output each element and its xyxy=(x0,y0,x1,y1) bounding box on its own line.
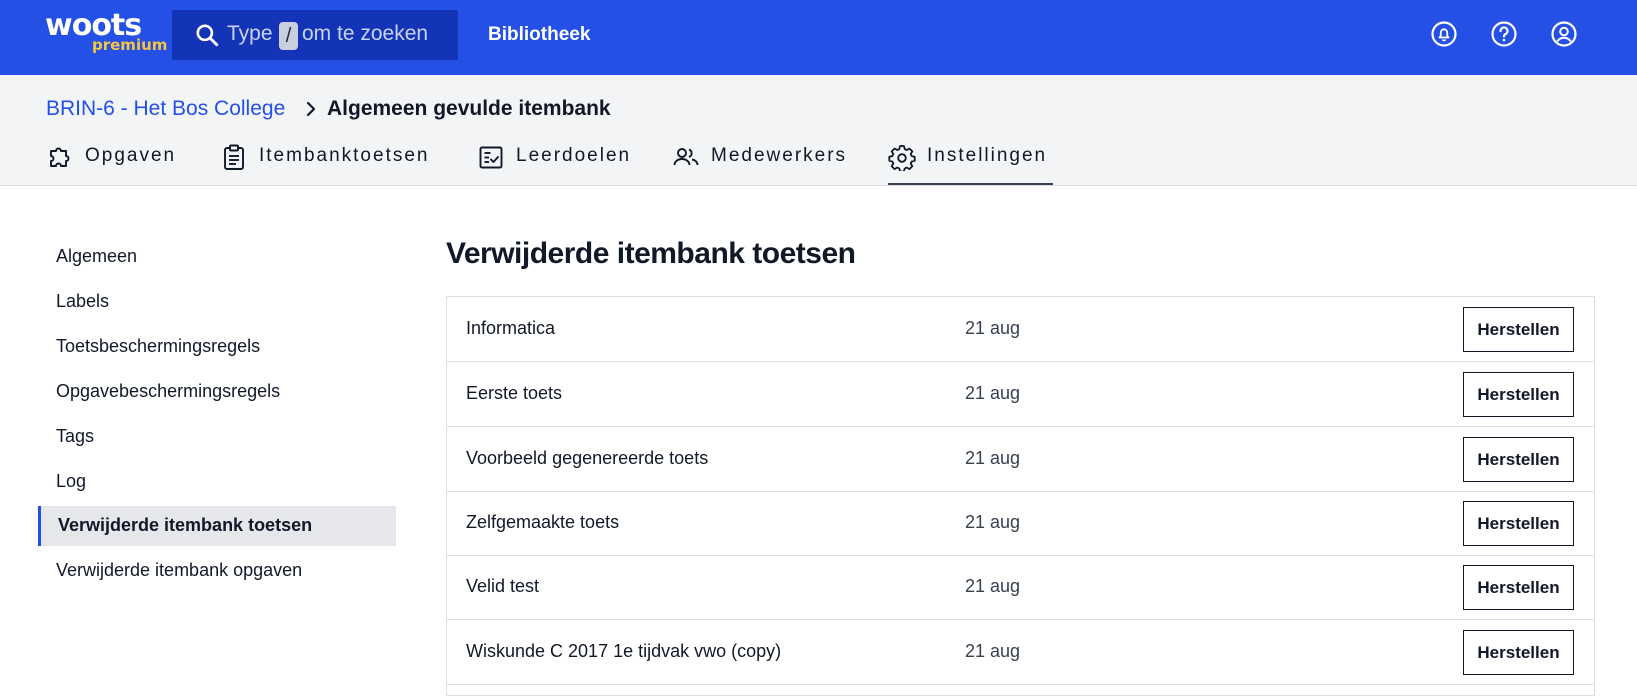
tab-opgaven[interactable]: Opgaven xyxy=(46,141,180,185)
tab-leerdoelen[interactable]: Leerdoelen xyxy=(477,141,635,185)
tab-medewerkers[interactable]: Medewerkers xyxy=(672,141,852,185)
gear-icon xyxy=(888,144,916,171)
test-name: Voorbeeld gegenereerde toets xyxy=(466,448,709,468)
search-box[interactable]: Type / om te zoeken xyxy=(172,10,458,60)
table-row: Zelfgemaakte toets 21 aug Herstellen xyxy=(447,491,1594,556)
library-link[interactable]: Bibliotheek xyxy=(488,24,590,46)
deleted-date: 21 aug xyxy=(965,318,1021,338)
table-row: Informatica 21 aug Herstellen xyxy=(447,297,1594,362)
sidebar-item-log[interactable]: Log xyxy=(56,471,86,492)
restore-button[interactable]: Herstellen xyxy=(1463,437,1574,482)
test-name: Eerste toets xyxy=(466,383,563,403)
clipboard-icon xyxy=(224,144,244,170)
test-name: Informatica xyxy=(466,318,556,338)
page-title: Verwijderde itembank toetsen xyxy=(446,237,856,270)
table-row: Wiskunde C 2017 1e tijdvak vwo (copy) 21… xyxy=(447,620,1594,685)
deleted-date: 21 aug xyxy=(965,448,1021,468)
sidebar-item-tags[interactable]: Tags xyxy=(56,426,94,447)
restore-button[interactable]: Herstellen xyxy=(1463,630,1574,675)
logo-premium-label: premium xyxy=(92,36,168,54)
restore-button[interactable]: Herstellen xyxy=(1463,501,1574,546)
deleted-date: 21 aug xyxy=(965,512,1021,532)
checklist-icon xyxy=(479,146,503,169)
woots-logo[interactable]: woots premium xyxy=(45,8,167,54)
breadcrumb-parent-link[interactable]: BRIN-6 - Het Bos College xyxy=(46,97,285,121)
search-icon xyxy=(196,24,219,47)
deleted-tests-table: Informatica 21 aug Herstellen Eerste toe… xyxy=(446,296,1595,696)
search-shortcut-key: / xyxy=(279,22,298,50)
top-navigation-bar: woots premium Type / om te zoeken Biblio… xyxy=(0,0,1637,75)
deleted-date: 21 aug xyxy=(965,641,1021,661)
tab-instellingen[interactable]: Instellingen xyxy=(888,141,1053,185)
tab-itembanktoetsen[interactable]: Itembanktoetsen xyxy=(220,141,440,185)
table-row: Velid test 21 aug Herstellen xyxy=(447,555,1594,620)
tab-label: Medewerkers xyxy=(711,145,848,166)
sidebar-item-verwijderde-itembank-opgaven[interactable]: Verwijderde itembank opgaven xyxy=(56,560,302,581)
restore-button[interactable]: Herstellen xyxy=(1463,565,1574,610)
table-row: Voorbeeld gegenereerde toets 21 aug Hers… xyxy=(447,427,1594,492)
tab-label: Instellingen xyxy=(927,145,1048,166)
deleted-date: 21 aug xyxy=(965,383,1021,403)
breadcrumb-current: Algemeen gevulde itembank xyxy=(327,97,611,120)
sidebar-item-opgavebeschermingsregels[interactable]: Opgavebeschermingsregels xyxy=(56,381,280,402)
deleted-date: 21 aug xyxy=(965,576,1021,596)
table-row: Eerste toets 21 aug Herstellen xyxy=(447,362,1594,427)
sidebar-item-algemeen[interactable]: Algemeen xyxy=(56,246,137,267)
help-icon[interactable] xyxy=(1490,20,1518,48)
tab-label: Opgaven xyxy=(85,145,177,166)
sidebar-item-toetsbeschermingsregels[interactable]: Toetsbeschermingsregels xyxy=(56,336,260,357)
people-icon xyxy=(673,148,699,166)
puzzle-icon xyxy=(50,147,70,167)
test-name: Zelfgemaakte toets xyxy=(466,512,620,532)
account-icon[interactable] xyxy=(1550,20,1578,48)
sidebar-item-label: Verwijderde itembank toetsen xyxy=(58,515,313,535)
tab-label: Itembanktoetsen xyxy=(259,145,430,166)
chevron-right-icon xyxy=(306,101,316,117)
search-placeholder-suffix: om te zoeken xyxy=(302,22,429,45)
notification-icon[interactable] xyxy=(1430,20,1458,48)
restore-button[interactable]: Herstellen xyxy=(1463,372,1574,417)
test-name: Velid test xyxy=(466,576,540,596)
test-name: Wiskunde C 2017 1e tijdvak vwo (copy) xyxy=(466,641,782,661)
page-header: BRIN-6 - Het Bos College Algemeen gevuld… xyxy=(0,75,1637,186)
search-placeholder-prefix: Type xyxy=(227,22,273,45)
tab-label: Leerdoelen xyxy=(516,145,632,166)
sidebar-item-labels[interactable]: Labels xyxy=(56,291,109,312)
restore-button[interactable]: Herstellen xyxy=(1463,307,1574,352)
sidebar-item-verwijderde-itembank-toetsen[interactable]: Verwijderde itembank toetsen xyxy=(38,506,396,546)
